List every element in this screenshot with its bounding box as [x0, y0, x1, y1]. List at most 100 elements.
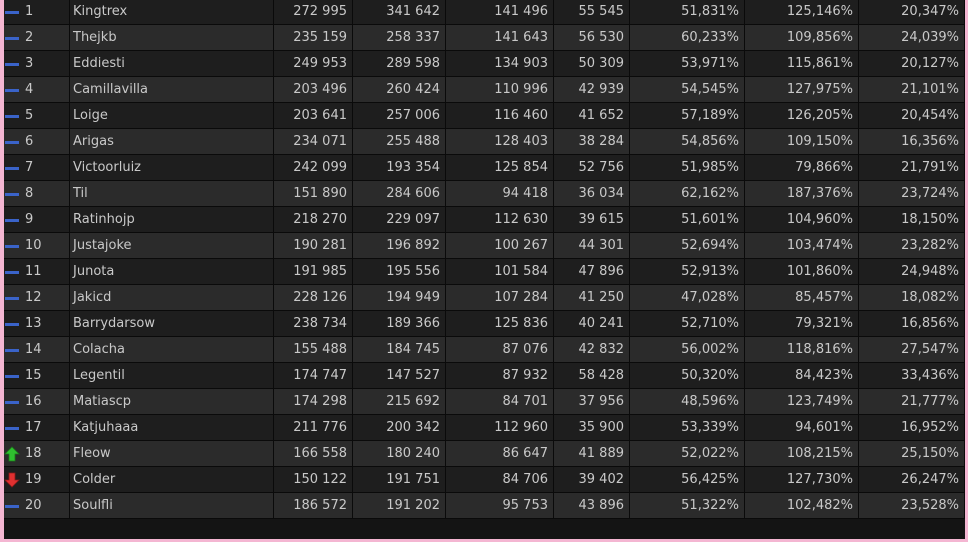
player-name-cell[interactable]: Colacha — [70, 337, 274, 363]
player-name-cell[interactable]: Camillavilla — [70, 77, 274, 103]
pct-2-cell: 127,730% — [745, 467, 859, 493]
player-name-cell[interactable]: Legentil — [70, 363, 274, 389]
table-row[interactable]: 19 Colder 150 122 191 751 84 706 39 402 56,425… — [4, 467, 965, 493]
pct-2-cell: 94,601% — [745, 415, 859, 441]
table-row[interactable]: 15 Legentil 174 747 147 527 87 932 58 428 50,3… — [4, 363, 965, 389]
stat-1-cell: 191 985 — [274, 259, 353, 285]
stat-4-cell: 50 309 — [554, 51, 630, 77]
pct-1-cell: 52,694% — [630, 233, 745, 259]
pct-2-cell: 103,474% — [745, 233, 859, 259]
stat-2-cell: 258 337 — [353, 25, 446, 51]
steady-icon — [4, 134, 20, 150]
table-row[interactable]: 12 Jakicd 228 126 194 949 107 284 41 250 47,02… — [4, 285, 965, 311]
table-row[interactable]: 20 Soulfli 186 572 191 202 95 753 43 896 51,32… — [4, 493, 965, 519]
pct-3-cell: 24,039% — [859, 25, 965, 51]
stat-2-cell: 229 097 — [353, 207, 446, 233]
table-row[interactable]: 14 Colacha 155 488 184 745 87 076 42 832 56,00… — [4, 337, 965, 363]
rank-cell: 14 — [4, 337, 70, 363]
rank-number: 4 — [25, 82, 34, 97]
table-row[interactable]: 18 Fleow 166 558 180 240 86 647 41 889 52,022%… — [4, 441, 965, 467]
rank-number: 8 — [25, 186, 34, 201]
rank-cell: 4 — [4, 77, 70, 103]
table-row[interactable]: 3 Eddiesti 249 953 289 598 134 903 50 309 53,9… — [4, 51, 965, 77]
rank-cell: 18 — [4, 441, 70, 467]
player-name-cell[interactable]: Junota — [70, 259, 274, 285]
pct-3-cell: 23,282% — [859, 233, 965, 259]
pct-3-cell: 33,436% — [859, 363, 965, 389]
pct-1-cell: 51,322% — [630, 493, 745, 519]
table-row[interactable]: 8 Til 151 890 284 606 94 418 36 034 62,162% 187… — [4, 181, 965, 207]
rank-number: 15 — [25, 368, 42, 383]
ranking-table-body: 1 Kingtrex 272 995 341 642 141 496 55 545 51,8… — [4, 0, 965, 519]
player-name-cell[interactable]: Colder — [70, 467, 274, 493]
pct-2-cell: 123,749% — [745, 389, 859, 415]
steady-icon — [4, 4, 20, 20]
player-name-cell[interactable]: Justajoke — [70, 233, 274, 259]
stat-1-cell: 174 747 — [274, 363, 353, 389]
player-name-cell[interactable]: Til — [70, 181, 274, 207]
pct-1-cell: 51,831% — [630, 0, 745, 25]
player-name-cell[interactable]: Kingtrex — [70, 0, 274, 25]
stat-1-cell: 155 488 — [274, 337, 353, 363]
stat-3-cell: 134 903 — [446, 51, 554, 77]
pct-2-cell: 104,960% — [745, 207, 859, 233]
stat-2-cell: 255 488 — [353, 129, 446, 155]
table-row[interactable]: 11 Junota 191 985 195 556 101 584 47 896 52,91… — [4, 259, 965, 285]
table-row[interactable]: 9 Ratinhojp 218 270 229 097 112 630 39 615 51,… — [4, 207, 965, 233]
pct-3-cell: 20,347% — [859, 0, 965, 25]
pct-1-cell: 53,971% — [630, 51, 745, 77]
table-row[interactable]: 7 Victoorluiz 242 099 193 354 125 854 52 756 5… — [4, 155, 965, 181]
table-row[interactable]: 1 Kingtrex 272 995 341 642 141 496 55 545 51,8… — [4, 0, 965, 25]
table-row[interactable]: 16 Matiascp 174 298 215 692 84 701 37 956 48,5… — [4, 389, 965, 415]
player-name-cell[interactable]: Eddiesti — [70, 51, 274, 77]
pct-3-cell: 20,127% — [859, 51, 965, 77]
player-name-cell[interactable]: Thejkb — [70, 25, 274, 51]
table-row[interactable]: 5 Loige 203 641 257 006 116 460 41 652 57,189%… — [4, 103, 965, 129]
stat-4-cell: 42 832 — [554, 337, 630, 363]
stat-1-cell: 238 734 — [274, 311, 353, 337]
rank-cell: 8 — [4, 181, 70, 207]
rank-number: 16 — [25, 394, 42, 409]
stat-1-cell: 203 641 — [274, 103, 353, 129]
table-row[interactable]: 4 Camillavilla 203 496 260 424 110 996 42 939… — [4, 77, 965, 103]
pct-2-cell: 79,321% — [745, 311, 859, 337]
steady-icon — [4, 212, 20, 228]
stat-4-cell: 36 034 — [554, 181, 630, 207]
pct-2-cell: 126,205% — [745, 103, 859, 129]
player-name-cell[interactable]: Loige — [70, 103, 274, 129]
rank-cell: 6 — [4, 129, 70, 155]
player-name-cell[interactable]: Barrydarsow — [70, 311, 274, 337]
table-row[interactable]: 13 Barrydarsow 238 734 189 366 125 836 40 241… — [4, 311, 965, 337]
pct-2-cell: 115,861% — [745, 51, 859, 77]
stat-1-cell: 174 298 — [274, 389, 353, 415]
player-name-cell[interactable]: Matiascp — [70, 389, 274, 415]
player-name-cell[interactable]: Fleow — [70, 441, 274, 467]
pct-3-cell: 23,528% — [859, 493, 965, 519]
player-name-cell[interactable]: Victoorluiz — [70, 155, 274, 181]
pct-2-cell: 102,482% — [745, 493, 859, 519]
player-name-cell[interactable]: Jakicd — [70, 285, 274, 311]
player-name-cell[interactable]: Arigas — [70, 129, 274, 155]
player-name-cell[interactable]: Ratinhojp — [70, 207, 274, 233]
rank-cell: 9 — [4, 207, 70, 233]
pct-3-cell: 23,724% — [859, 181, 965, 207]
player-name-cell[interactable]: Katjuhaaa — [70, 415, 274, 441]
stat-4-cell: 41 652 — [554, 103, 630, 129]
pct-1-cell: 48,596% — [630, 389, 745, 415]
stat-1-cell: 190 281 — [274, 233, 353, 259]
table-row[interactable]: 6 Arigas 234 071 255 488 128 403 38 284 54,856… — [4, 129, 965, 155]
stat-2-cell: 147 527 — [353, 363, 446, 389]
stat-2-cell: 195 556 — [353, 259, 446, 285]
player-name-cell[interactable]: Soulfli — [70, 493, 274, 519]
stat-2-cell: 257 006 — [353, 103, 446, 129]
table-row[interactable]: 2 Thejkb 235 159 258 337 141 643 56 530 60,233… — [4, 25, 965, 51]
stat-1-cell: 186 572 — [274, 493, 353, 519]
stat-1-cell: 211 776 — [274, 415, 353, 441]
stat-3-cell: 128 403 — [446, 129, 554, 155]
table-row[interactable]: 10 Justajoke 190 281 196 892 100 267 44 301 52… — [4, 233, 965, 259]
table-row[interactable]: 17 Katjuhaaa 211 776 200 342 112 960 35 900 53… — [4, 415, 965, 441]
rank-number: 20 — [25, 498, 42, 513]
stat-4-cell: 39 615 — [554, 207, 630, 233]
stat-4-cell: 41 250 — [554, 285, 630, 311]
rank-number: 6 — [25, 134, 34, 149]
